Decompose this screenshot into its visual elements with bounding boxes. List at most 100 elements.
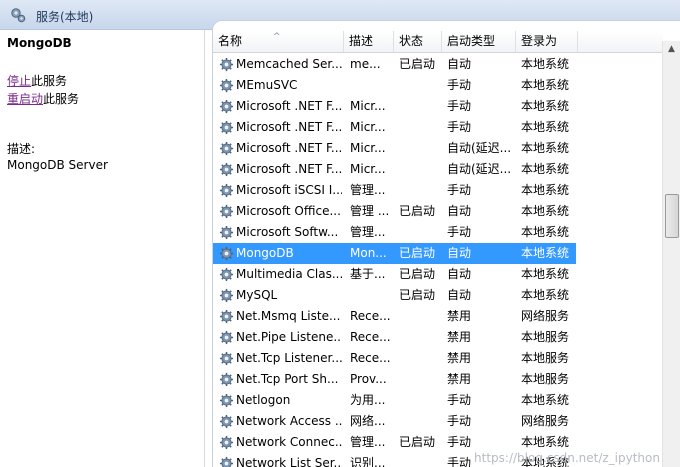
sort-ascending-icon: ^: [273, 32, 281, 42]
service-startup-type-cell: 禁用: [447, 330, 472, 344]
service-name-cell: Multimedia Clas...: [236, 267, 342, 281]
service-row[interactable]: MySQL 已启动 自动 本地系统: [213, 285, 576, 306]
service-name-cell: Memcached Ser...: [236, 57, 342, 71]
service-startup-type-cell: 自动: [447, 267, 472, 281]
service-startup-type-cell: 自动(延迟...: [447, 162, 512, 176]
service-row[interactable]: Multimedia Clas... 基于... 已启动 自动 本地系统: [213, 264, 576, 285]
service-startup-type-cell: 禁用: [447, 309, 472, 323]
service-name-cell: Microsoft Softw...: [236, 225, 339, 239]
service-gear-icon: [219, 351, 234, 366]
service-gear-icon: [219, 162, 234, 177]
column-header-startup-type[interactable]: 启动类型: [442, 31, 516, 52]
service-description-cell: 管理 ...: [350, 204, 390, 218]
service-logon-as-cell: 网络服务: [521, 414, 570, 428]
service-row[interactable]: MongoDB Mon... 已启动 自动 本地系统: [213, 243, 576, 264]
stop-service-action: 停止此服务: [7, 72, 67, 89]
service-row[interactable]: Microsoft .NET F... Micr... 自动(延迟... 本地系统: [213, 159, 576, 180]
service-name-cell: Microsoft iSCSI I...: [236, 183, 342, 197]
service-description-cell: Mon...: [350, 246, 387, 260]
service-name-cell: MEmuSVC: [236, 78, 298, 92]
column-header-status[interactable]: 状态: [394, 31, 442, 52]
service-row[interactable]: Net.Msmq Liste... Rece... 禁用 网络服务: [213, 306, 576, 327]
service-gear-icon: [219, 414, 234, 429]
service-name-cell: Microsoft Office...: [236, 204, 341, 218]
service-startup-type-cell: 禁用: [447, 351, 472, 365]
service-gear-icon: [219, 99, 234, 114]
service-description: MongoDB Server: [7, 158, 108, 172]
service-row[interactable]: Microsoft .NET F... Micr... 手动 本地系统: [213, 117, 576, 138]
service-row[interactable]: Net.Pipe Listene... Rece... 禁用 本地服务: [213, 327, 576, 348]
scroll-up-icon[interactable]: ▲: [663, 41, 680, 58]
service-description-cell: Prov...: [350, 372, 387, 386]
service-row[interactable]: Netlogon 为用... 手动 本地系统: [213, 390, 576, 411]
service-logon-as-cell: 本地系统: [521, 57, 570, 71]
column-header-logon-as[interactable]: 登录为: [516, 31, 578, 52]
service-startup-type-cell: 手动: [447, 183, 472, 197]
service-status-cell: [399, 348, 443, 369]
service-logon-as-cell: 网络服务: [521, 309, 570, 323]
service-status-cell: [399, 327, 443, 348]
service-description-cell: Micr...: [350, 120, 386, 134]
services-list: 名称 ^ 描述 状态 启动类型 登录为 Memcached Ser... me..…: [212, 20, 680, 467]
service-description-cell: 网络...: [350, 414, 386, 428]
service-startup-type-cell: 自动: [447, 204, 472, 218]
service-status-cell: 已启动: [399, 267, 436, 281]
service-startup-type-cell: 手动: [447, 225, 472, 239]
service-startup-type-cell: 手动: [447, 414, 472, 428]
service-row[interactable]: Memcached Ser... me... 已启动 自动 本地系统: [213, 54, 576, 75]
service-startup-type-cell: 手动: [447, 99, 472, 113]
service-logon-as-cell: 本地系统: [521, 204, 570, 218]
service-name-cell: Microsoft .NET F...: [236, 99, 342, 113]
service-status-cell: [399, 117, 443, 138]
service-description-cell: 管理...: [350, 183, 386, 197]
service-startup-type-cell: 自动: [447, 288, 472, 302]
service-row[interactable]: Microsoft Office... 管理 ... 已启动 自动 本地系统: [213, 201, 576, 222]
service-row[interactable]: Net.Tcp Port Sh... Prov... 禁用 本地服务: [213, 369, 576, 390]
service-row[interactable]: MEmuSVC 手动 本地系统: [213, 75, 576, 96]
scrollbar-thumb[interactable]: [665, 194, 679, 238]
service-name-cell: Microsoft .NET F...: [236, 120, 342, 134]
column-header-name[interactable]: 名称 ^: [213, 31, 344, 52]
service-startup-type-cell: 自动: [447, 246, 472, 260]
service-startup-type-cell: 手动: [447, 120, 472, 134]
service-status-cell: [399, 306, 443, 327]
service-row[interactable]: Microsoft .NET F... Micr... 手动 本地系统: [213, 96, 576, 117]
service-name-cell: Microsoft .NET F...: [236, 162, 342, 176]
service-row[interactable]: Network Access ... 网络... 手动 网络服务: [213, 411, 576, 432]
service-logon-as-cell: 本地系统: [521, 120, 570, 134]
service-startup-type-cell: 自动(延迟...: [447, 141, 512, 155]
service-row[interactable]: Microsoft Softw... 管理... 手动 本地系统: [213, 222, 576, 243]
service-gear-icon: [219, 225, 234, 240]
service-name-cell: Netlogon: [236, 393, 291, 407]
description-label: 描述:: [7, 142, 36, 156]
service-logon-as-cell: 本地系统: [521, 162, 570, 176]
service-gear-icon: [219, 456, 234, 467]
service-gear-icon: [219, 183, 234, 198]
stop-service-link[interactable]: 停止: [7, 74, 31, 88]
service-status-cell: 已启动: [399, 435, 436, 449]
window-title: 服务(本地): [36, 10, 94, 24]
service-logon-as-cell: 本地系统: [521, 99, 570, 113]
service-row[interactable]: Net.Tcp Listener... Rece... 禁用 本地服务: [213, 348, 576, 369]
service-startup-type-cell: 手动: [447, 78, 472, 92]
restart-service-link[interactable]: 重启动: [7, 92, 43, 106]
service-description-cell: 基于...: [350, 267, 386, 281]
service-status-cell: [399, 138, 443, 159]
service-row[interactable]: Network Connec... 管理... 已启动 手动 本地系统: [213, 432, 576, 453]
column-header-description[interactable]: 描述: [344, 31, 394, 52]
service-gear-icon: [219, 204, 234, 219]
service-gear-icon: [219, 372, 234, 387]
service-row[interactable]: Microsoft iSCSI I... 管理... 手动 本地系统: [213, 180, 576, 201]
service-name-cell: Net.Tcp Listener...: [236, 351, 342, 365]
services-gear-icon: [11, 8, 26, 23]
service-name-cell: MongoDB: [236, 246, 294, 260]
service-description-cell: 为用...: [350, 393, 386, 407]
service-logon-as-cell: 本地服务: [521, 330, 570, 344]
service-name-cell: Microsoft .NET F...: [236, 141, 342, 155]
service-status-cell: [399, 159, 443, 180]
vertical-scrollbar[interactable]: ▲ ▼: [662, 41, 680, 467]
service-row[interactable]: Microsoft .NET F... Micr... 自动(延迟... 本地系统: [213, 138, 576, 159]
service-description-cell: Rece...: [350, 309, 391, 323]
service-logon-as-cell: 本地系统: [521, 78, 570, 92]
service-status-cell: 已启动: [399, 288, 436, 302]
